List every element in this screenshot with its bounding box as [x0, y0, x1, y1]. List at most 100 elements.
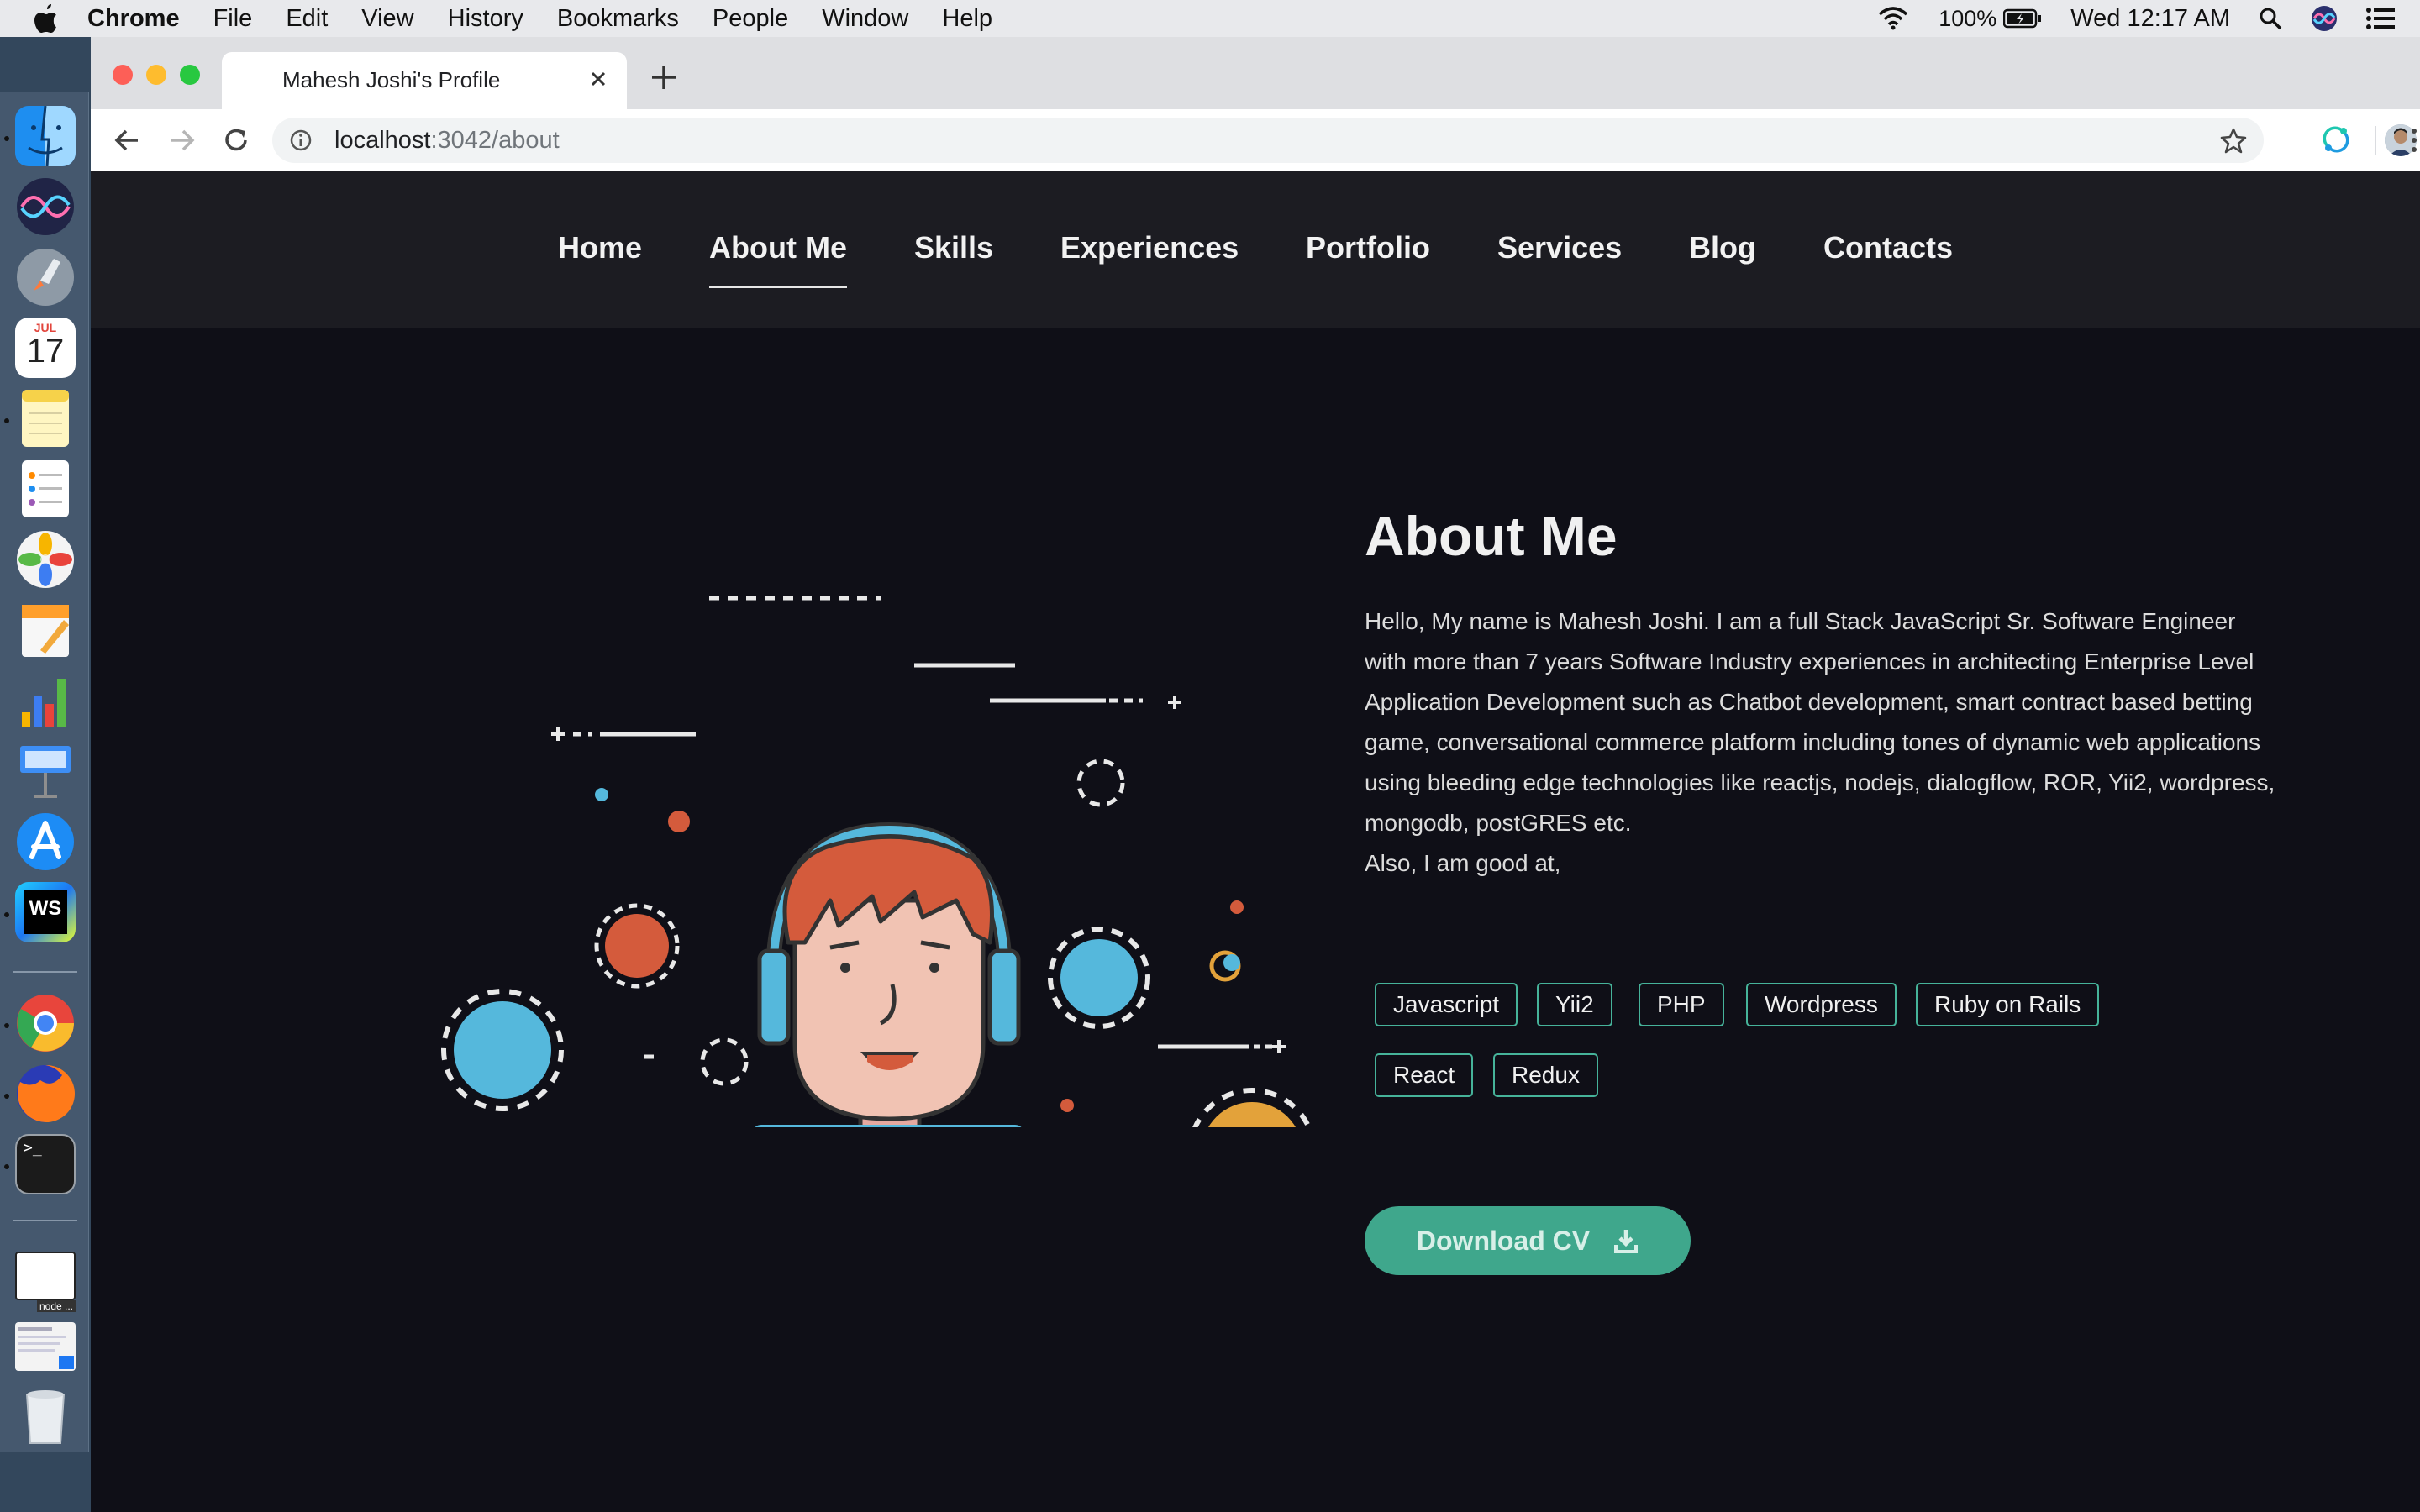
- about-description: Hello, My name is Mahesh Joshi. I am a f…: [1365, 601, 2281, 884]
- nav-contacts[interactable]: Contacts: [1823, 230, 1953, 265]
- launchpad-icon[interactable]: [15, 247, 76, 307]
- battery-percent: 100%: [1939, 5, 1997, 31]
- about-heading: About Me: [1365, 505, 1618, 567]
- skill-tag-ruby-on-rails: Ruby on Rails: [1916, 983, 2100, 1026]
- tab-close-icon[interactable]: [585, 66, 612, 92]
- back-arrow-icon[interactable]: [111, 124, 143, 156]
- address-bar[interactable]: localhost:3042/about: [272, 118, 2264, 163]
- terminal-prompt: >_: [24, 1139, 42, 1157]
- site-info-icon[interactable]: [289, 129, 313, 152]
- menu-app-chrome[interactable]: Chrome: [87, 5, 180, 33]
- app-store-icon[interactable]: [15, 811, 76, 872]
- webstorm-icon[interactable]: WS: [15, 882, 76, 942]
- url-path: :3042/about: [430, 127, 560, 154]
- menu-bookmarks[interactable]: Bookmarks: [557, 5, 679, 33]
- browser-toolbar: localhost:3042/about: [91, 109, 2420, 171]
- dock-running-dot: [4, 1164, 9, 1169]
- numbers-icon[interactable]: [15, 670, 76, 731]
- minimized-window-webstorm[interactable]: [15, 1322, 76, 1371]
- nav-about-me[interactable]: About Me: [709, 230, 847, 288]
- menu-file[interactable]: File: [213, 5, 253, 33]
- web-page: Home About Me Skills Experiences Portfol…: [91, 171, 2420, 1512]
- dock-running-dot: [4, 912, 9, 917]
- dock-running-dot: [4, 136, 9, 141]
- reload-icon[interactable]: [220, 124, 252, 156]
- menu-people[interactable]: People: [713, 5, 788, 33]
- skill-tag-yii2: Yii2: [1537, 983, 1612, 1026]
- minimized-window-label: node ...: [36, 1300, 76, 1312]
- site-navbar: Home About Me Skills Experiences Portfol…: [91, 171, 2420, 328]
- nav-links: Home About Me Skills Experiences Portfol…: [91, 171, 2420, 328]
- wifi-icon[interactable]: [1876, 6, 1910, 31]
- about-paragraph: Hello, My name is Mahesh Joshi. I am a f…: [1365, 608, 2275, 836]
- finder-icon[interactable]: [15, 106, 76, 166]
- tab-profile[interactable]: Mahesh Joshi's Profile: [222, 52, 627, 111]
- skill-tag-php: PHP: [1639, 983, 1724, 1026]
- dock-separator: [13, 971, 77, 973]
- extension-sync-icon[interactable]: [2321, 124, 2351, 155]
- menu-history[interactable]: History: [448, 5, 523, 33]
- notification-center-icon[interactable]: [2366, 7, 2395, 30]
- menu-edit[interactable]: Edit: [286, 5, 328, 33]
- reminders-icon[interactable]: [15, 459, 76, 519]
- photos-icon[interactable]: [15, 529, 76, 590]
- forward-arrow-icon[interactable]: [166, 124, 198, 156]
- menu-help[interactable]: Help: [942, 5, 992, 33]
- window-zoom-button[interactable]: [180, 65, 200, 85]
- skill-tag-wordpress: Wordpress: [1746, 983, 1897, 1026]
- siri-icon[interactable]: [2311, 5, 2338, 32]
- calendar-icon[interactable]: JUL 17: [15, 318, 76, 378]
- apple-icon[interactable]: [34, 4, 59, 33]
- trash-icon[interactable]: [15, 1386, 76, 1446]
- tab-title: Mahesh Joshi's Profile: [282, 67, 501, 92]
- nav-blog[interactable]: Blog: [1689, 230, 1756, 265]
- nav-portfolio[interactable]: Portfolio: [1306, 230, 1430, 265]
- dock-running-dot: [4, 1023, 9, 1028]
- new-tab-plus-icon[interactable]: [649, 62, 679, 92]
- download-cv-button[interactable]: Download CV: [1365, 1206, 1691, 1275]
- chrome-window: Mahesh Joshi's Profile localhost:3042/ab…: [91, 37, 2420, 1512]
- battery-icon: [2003, 8, 2042, 29]
- developer-illustration: [441, 596, 1312, 1127]
- spotlight-search-icon[interactable]: [2259, 7, 2282, 30]
- terminal-icon[interactable]: >_: [15, 1134, 76, 1194]
- toolbar-separator: [2375, 126, 2376, 155]
- skill-tag-react: React: [1375, 1053, 1474, 1097]
- download-icon: [1614, 1230, 1639, 1253]
- download-cv-label: Download CV: [1416, 1225, 1591, 1256]
- chrome-icon[interactable]: [15, 993, 76, 1053]
- window-close-button[interactable]: [113, 65, 133, 85]
- menubar-status-area: 100% Wed 12:17 AM: [1848, 0, 2395, 37]
- macos-dock: JUL 17 WS >_ node ...: [0, 92, 89, 1452]
- macos-menubar: Chrome File Edit View History Bookmarks …: [0, 0, 2420, 37]
- battery-status[interactable]: 100%: [1939, 6, 2042, 32]
- url-host: localhost: [334, 127, 431, 154]
- notes-icon[interactable]: [15, 388, 76, 449]
- minimized-window-node[interactable]: node ...: [15, 1252, 76, 1312]
- browser-menu-icon[interactable]: [2410, 128, 2418, 153]
- webstorm-label: WS: [24, 890, 67, 934]
- menubar-clock[interactable]: Wed 12:17 AM: [2070, 5, 2230, 33]
- tab-strip: Mahesh Joshi's Profile: [91, 37, 2420, 111]
- dock-separator: [13, 1220, 77, 1221]
- address-url: localhost:3042/about: [334, 127, 560, 155]
- keynote-icon[interactable]: [15, 741, 76, 801]
- window-minimize-button[interactable]: [146, 65, 166, 85]
- menu-window[interactable]: Window: [822, 5, 908, 33]
- nav-skills[interactable]: Skills: [914, 230, 993, 265]
- skill-tag-javascript: Javascript: [1375, 983, 1518, 1026]
- window-thumbnail-preview: [18, 1327, 74, 1369]
- siri-dock-icon[interactable]: [15, 176, 76, 237]
- nav-home[interactable]: Home: [558, 230, 642, 265]
- calendar-day: 17: [26, 333, 65, 370]
- nav-services[interactable]: Services: [1497, 230, 1622, 265]
- dock-running-dot: [4, 1094, 9, 1099]
- menu-view[interactable]: View: [361, 5, 413, 33]
- bookmark-star-icon[interactable]: [2220, 127, 2247, 154]
- about-also-text: Also, I am good at,: [1365, 850, 1561, 876]
- pages-icon[interactable]: [15, 600, 76, 660]
- skill-tag-redux: Redux: [1493, 1053, 1598, 1097]
- firefox-icon[interactable]: [15, 1063, 76, 1124]
- dock-running-dot: [4, 418, 9, 423]
- nav-experiences[interactable]: Experiences: [1060, 230, 1239, 265]
